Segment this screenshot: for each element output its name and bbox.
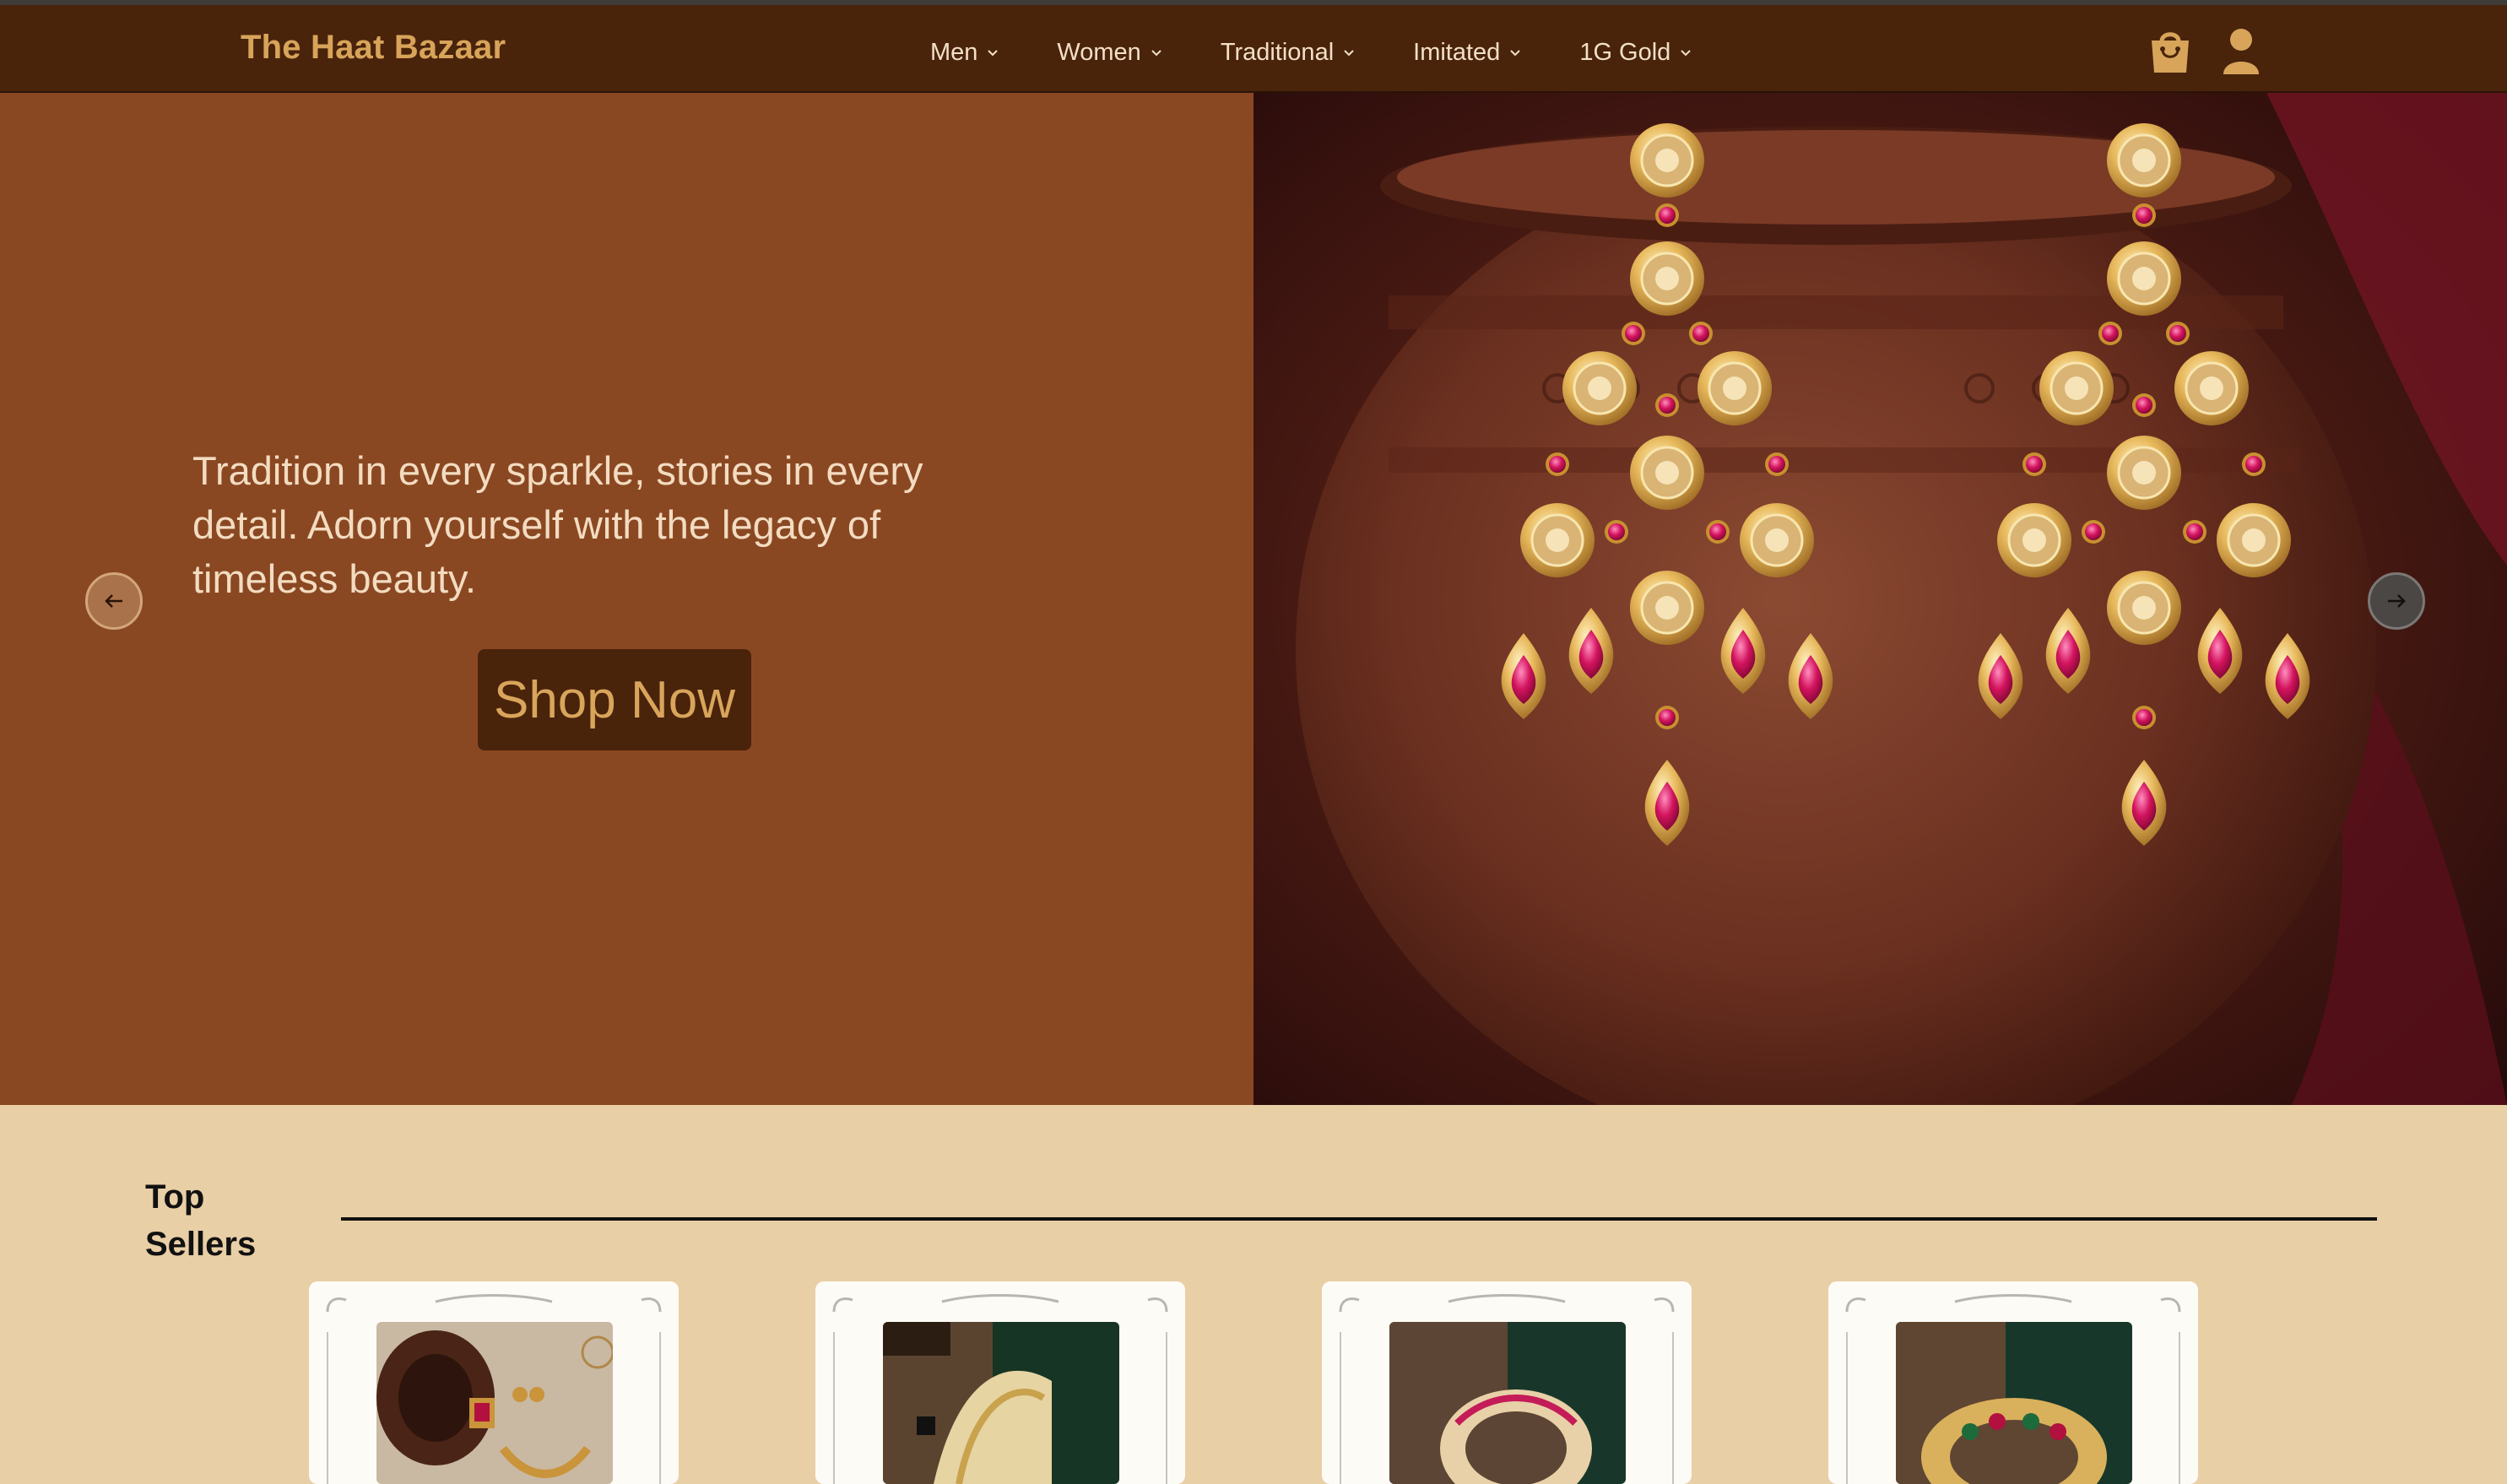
product-image: [376, 1322, 613, 1484]
nav-item-imitated[interactable]: Imitated: [1413, 34, 1524, 71]
nav-item-men[interactable]: Men: [930, 34, 1001, 71]
hero-tagline: Tradition in every sparkle, stories in e…: [192, 448, 923, 601]
shop-now-button[interactable]: Shop Now: [478, 649, 751, 750]
product-image: [1389, 1322, 1626, 1484]
product-image: [1896, 1322, 2132, 1484]
shopping-bag-icon: [2152, 32, 2189, 73]
nav-label: Women: [1057, 38, 1141, 66]
arrow-right-icon: [2388, 594, 2406, 608]
product-card[interactable]: [1828, 1281, 2198, 1484]
bangles-image: [1389, 1322, 1626, 1484]
carousel-next-button[interactable]: [2368, 572, 2425, 630]
chevron-down-icon: [1510, 50, 1521, 57]
kada-bangles-image: [1896, 1322, 2132, 1484]
title-divider: [341, 1217, 2377, 1221]
chevron-down-icon: [1344, 50, 1354, 57]
nav-label: 1G Gold: [1579, 38, 1671, 66]
earrings-image: [1254, 93, 2507, 1105]
arrow-left-icon: [105, 594, 122, 608]
product-card[interactable]: [815, 1281, 1185, 1484]
hero-text-panel: Tradition in every sparkle, stories in e…: [0, 93, 1254, 1105]
product-image: [883, 1322, 1119, 1484]
carousel-prev-button[interactable]: [85, 572, 143, 630]
product-card[interactable]: [1322, 1281, 1692, 1484]
product-card[interactable]: [309, 1281, 679, 1484]
bangles-image: [883, 1322, 1119, 1484]
chevron-down-icon: [1681, 50, 1692, 57]
site-header: The Haat Bazaar Men Women Traditional Im…: [0, 5, 2507, 93]
nav-label: Men: [930, 38, 978, 66]
section-title: Top Sellers: [145, 1178, 257, 1263]
nav-item-1g-gold[interactable]: 1G Gold: [1579, 34, 1694, 71]
nav-label: Traditional: [1220, 38, 1335, 66]
necklace-set-image: [376, 1322, 613, 1484]
chevron-down-icon: [1151, 50, 1161, 57]
chevron-down-icon: [988, 50, 999, 57]
account-button[interactable]: [2218, 27, 2264, 76]
nav-item-women[interactable]: Women: [1057, 34, 1164, 71]
main-nav: Men Women Traditional Imitated 1G Gold: [930, 34, 1750, 71]
nav-label: Imitated: [1413, 38, 1501, 66]
hero-image: [1254, 93, 2507, 1105]
brand-logo-text[interactable]: The Haat Bazaar: [241, 29, 506, 67]
nav-item-traditional[interactable]: Traditional: [1221, 34, 1357, 71]
user-icon: [2223, 29, 2259, 74]
cart-button[interactable]: [2147, 27, 2193, 76]
